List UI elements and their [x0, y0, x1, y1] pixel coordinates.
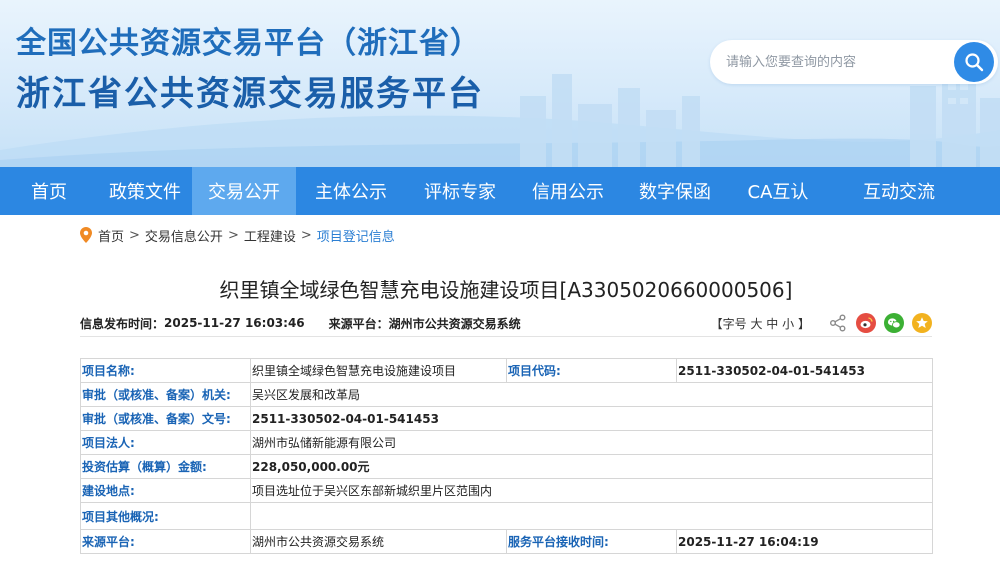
source-label: 来源平台： [328, 316, 389, 331]
nav-item-home[interactable]: 首页 [0, 167, 98, 215]
nav-item-bid-experts[interactable]: 评标专家 [406, 167, 514, 215]
breadcrumb: 首页 > 交易信息公开 > 工程建设 > 项目登记信息 [80, 225, 395, 245]
site-title-national: 全国公共资源交易平台（浙江省） [16, 26, 481, 61]
star-icon[interactable] [912, 313, 932, 333]
nav-item-policy[interactable]: 政策文件 [98, 167, 192, 215]
table-label: 项目名称: [80, 358, 251, 383]
nav-item-ca-mutual[interactable]: CA互认 [728, 167, 828, 215]
breadcrumb-current[interactable]: 项目登记信息 [317, 226, 395, 245]
search-icon [965, 53, 984, 72]
publish-time-label: 信息发布时间： [80, 316, 165, 331]
table-value: 228,050,000.00元 [250, 454, 933, 479]
page-title: 织里镇全域绿色智慧充电设施建设项目[A3305020660000506] [219, 278, 793, 302]
breadcrumb-separator: > [300, 227, 312, 243]
font-size-large[interactable]: 大 [750, 317, 762, 331]
search-input[interactable] [726, 51, 948, 73]
site-title-provincial: 浙江省公共资源交易服务平台 [16, 74, 484, 114]
table-row: 来源平台: 湖州市公共资源交易系统 服务平台接收时间: 2025-11-27 1… [80, 529, 933, 554]
table-value: 2511-330502-04-01-541453 [250, 406, 933, 431]
table-row: 建设地点: 项目选址位于吴兴区东部新城织里片区范围内 [80, 478, 933, 503]
table-label: 建设地点: [80, 478, 251, 503]
table-value: 湖州市公共资源交易系统 [250, 529, 507, 554]
table-value: 2025-11-27 16:04:19 [676, 529, 933, 554]
wechat-icon[interactable] [884, 313, 904, 333]
table-value: 吴兴区发展和改革局 [250, 382, 933, 407]
weibo-icon[interactable] [856, 313, 876, 333]
font-size-switcher: 【字号 大 中 小 】 [711, 315, 810, 332]
table-row: 项目其他概况: [80, 502, 933, 530]
table-label: 服务平台接收时间: [506, 529, 677, 554]
table-value: 项目选址位于吴兴区东部新城织里片区范围内 [250, 478, 933, 503]
nav-item-entity-publicity[interactable]: 主体公示 [296, 167, 406, 215]
table-row: 项目法人: 湖州市弘储新能源有限公司 [80, 430, 933, 455]
nav-item-interaction[interactable]: 互动交流 [828, 167, 970, 215]
meta-divider [80, 336, 932, 337]
source-value: 湖州市公共资源交易系统 [388, 316, 521, 331]
nav-item-credit[interactable]: 信用公示 [514, 167, 622, 215]
project-info-table: 项目名称: 织里镇全域绿色智慧充电设施建设项目 项目代码: 2511-33050… [80, 358, 933, 554]
breadcrumb-separator: > [227, 227, 239, 243]
font-size-small[interactable]: 小 [782, 317, 794, 331]
font-size-medium[interactable]: 中 [766, 317, 778, 331]
search-button[interactable] [954, 42, 994, 82]
table-row: 投资估算（概算）金额: 228,050,000.00元 [80, 454, 933, 479]
main-nav: 首页 政策文件 交易公开 主体公示 评标专家 信用公示 数字保函 CA互认 互动… [0, 167, 1000, 215]
nav-item-trade-public[interactable]: 交易公开 [192, 167, 296, 215]
table-value [250, 502, 933, 530]
location-pin-icon [80, 227, 92, 243]
table-value: 2511-330502-04-01-541453 [676, 358, 933, 383]
share-icon[interactable] [828, 313, 848, 333]
table-value: 湖州市弘储新能源有限公司 [250, 430, 933, 455]
table-row: 项目名称: 织里镇全域绿色智慧充电设施建设项目 项目代码: 2511-33050… [80, 358, 933, 383]
font-size-prefix: 【字号 [710, 316, 747, 331]
table-label: 投资估算（概算）金额: [80, 454, 251, 479]
breadcrumb-separator: > [129, 227, 140, 243]
table-label: 审批（或核准、备案）机关: [80, 382, 251, 407]
table-value: 织里镇全域绿色智慧充电设施建设项目 [250, 358, 507, 383]
table-label: 审批（或核准、备案）文号: [80, 406, 251, 431]
nav-item-digital-guarantee[interactable]: 数字保函 [622, 167, 728, 215]
breadcrumb-home[interactable]: 首页 [98, 226, 124, 245]
article-tools: 【字号 大 中 小 】 [711, 313, 932, 333]
publish-time-value: 2025-11-27 16:03:46 [164, 316, 305, 330]
table-label: 来源平台: [80, 529, 251, 554]
table-label: 项目法人: [80, 430, 251, 455]
article-meta: 信息发布时间： 2025-11-27 16:03:46 来源平台： 湖州市公共资… [80, 312, 932, 334]
table-label: 项目其他概况: [80, 502, 251, 530]
table-row: 审批（或核准、备案）文号: 2511-330502-04-01-541453 [80, 406, 933, 431]
breadcrumb-trade-info[interactable]: 交易信息公开 [145, 226, 223, 245]
table-label: 项目代码: [506, 358, 677, 383]
table-row: 审批（或核准、备案）机关: 吴兴区发展和改革局 [80, 382, 933, 407]
breadcrumb-engineering[interactable]: 工程建设 [244, 226, 296, 245]
font-size-suffix: 】 [797, 316, 810, 331]
